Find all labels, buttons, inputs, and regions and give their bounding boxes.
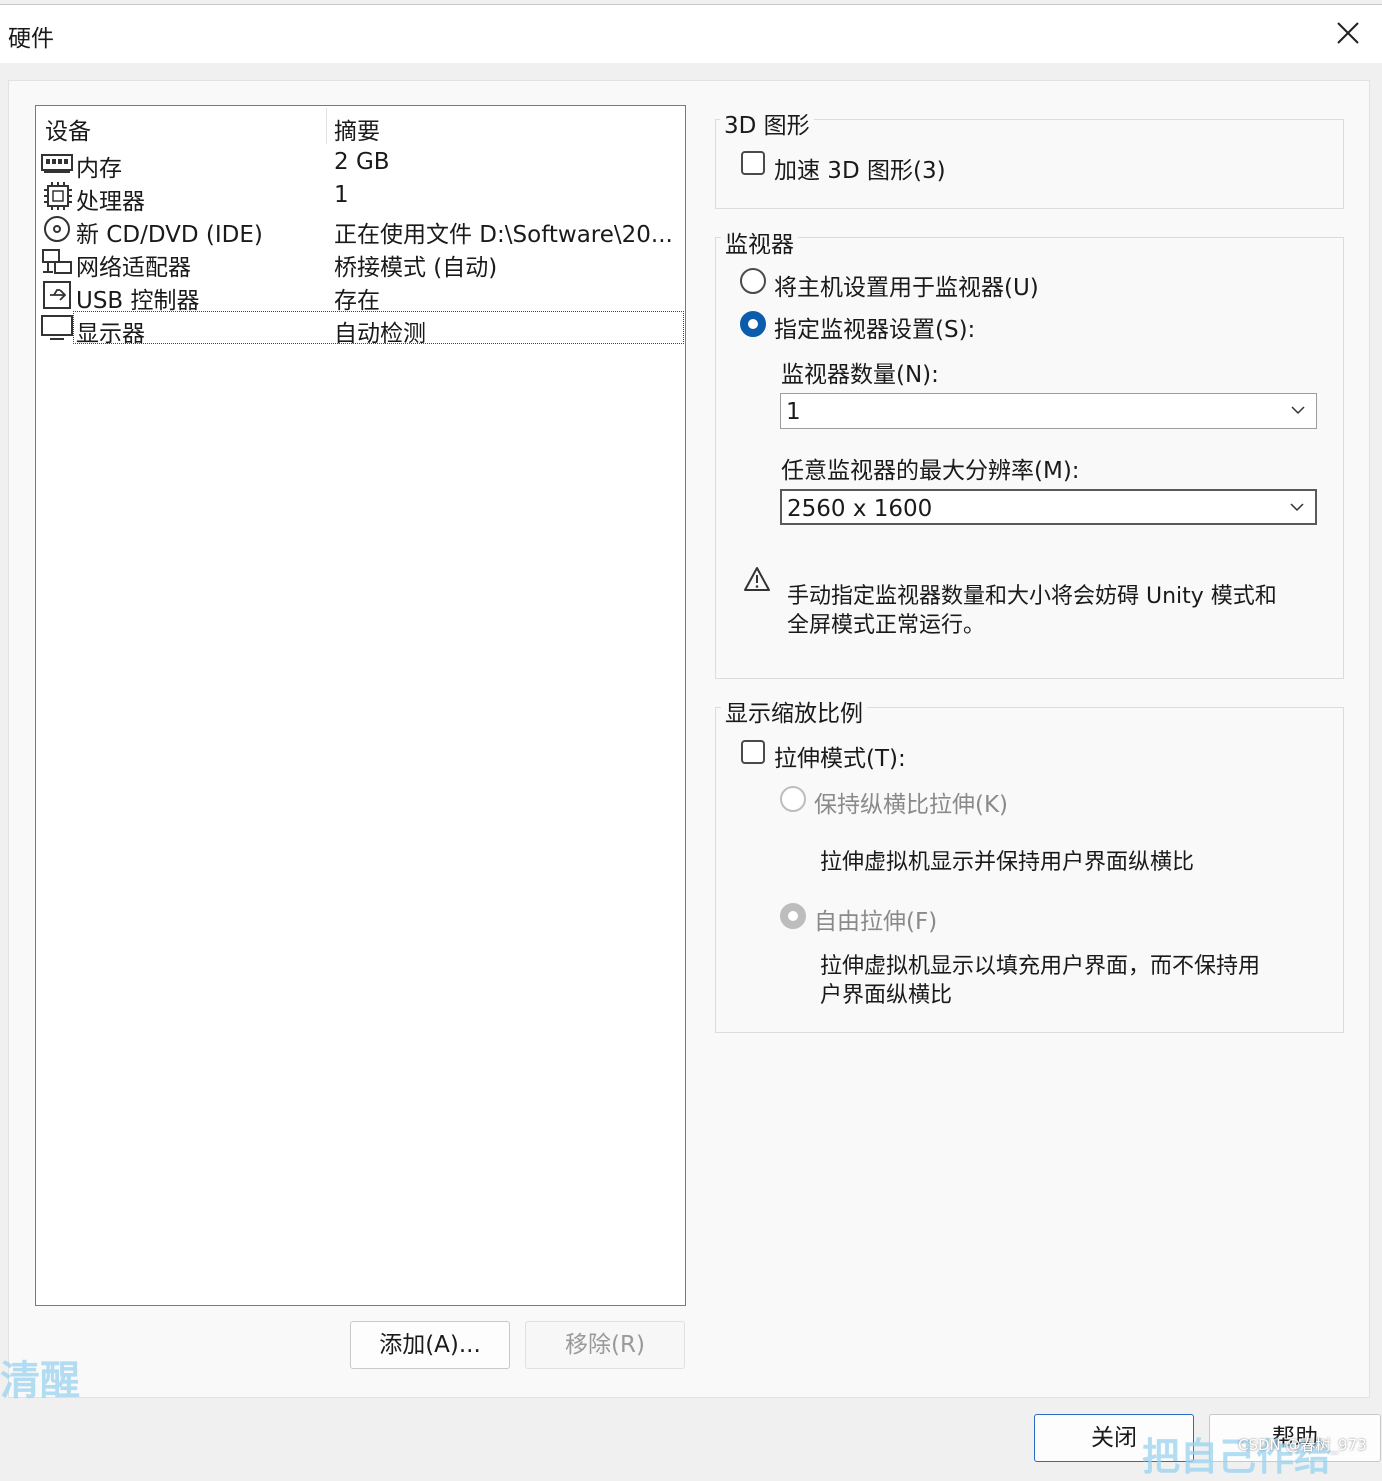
max-resolution-label: 任意监视器的最大分辨率(M): bbox=[781, 458, 1080, 484]
processor-icon bbox=[44, 182, 72, 210]
monitor-count-value: 1 bbox=[786, 399, 801, 425]
free-stretch-description-line1: 拉伸虚拟机显示以填充用户界面，而不保持用 bbox=[820, 954, 1261, 979]
device-summary: 桥接模式 (自动) bbox=[334, 255, 498, 281]
max-resolution-select[interactable]: 2560 x 1600 bbox=[780, 489, 1317, 525]
device-summary: 1 bbox=[334, 182, 349, 208]
stretch-mode-checkbox[interactable] bbox=[741, 740, 765, 764]
device-row-network[interactable]: 网络适配器 桥接模式 (自动) bbox=[36, 245, 683, 281]
close-window-button[interactable] bbox=[1332, 17, 1364, 49]
graphics-3d-title: 3D 图形 bbox=[720, 106, 814, 140]
watermark-credit: CSDN @春树_973 bbox=[1238, 1436, 1367, 1454]
accelerate-3d-label[interactable]: 加速 3D 图形(3) bbox=[774, 151, 946, 185]
device-row-memory[interactable]: 内存 2 GB bbox=[36, 146, 683, 182]
use-host-settings-radio[interactable] bbox=[740, 268, 766, 294]
device-summary: 自动检测 bbox=[334, 321, 426, 347]
usb-icon bbox=[43, 281, 71, 309]
memory-icon bbox=[41, 154, 73, 173]
stretch-mode-label[interactable]: 拉伸模式(T): bbox=[774, 739, 906, 773]
column-header-summary[interactable]: 摘要 bbox=[334, 112, 380, 146]
device-name: 内存 bbox=[76, 156, 122, 182]
device-summary: 存在 bbox=[334, 288, 380, 314]
warning-text-line1: 手动指定监视器数量和大小将会妨碍 Unity 模式和 bbox=[787, 584, 1277, 609]
remove-device-button[interactable]: 移除(R) bbox=[525, 1321, 685, 1369]
watermark-left: 清醒 bbox=[0, 1358, 80, 1404]
chevron-down-icon bbox=[1291, 406, 1305, 415]
network-icon bbox=[42, 249, 72, 274]
monitor-icon bbox=[41, 315, 73, 340]
device-row-cd-dvd[interactable]: 新 CD/DVD (IDE) 正在使用文件 D:\Software\20... bbox=[36, 212, 683, 248]
window-title: 硬件 bbox=[8, 26, 54, 52]
device-summary: 2 GB bbox=[334, 149, 390, 175]
free-stretch-description-line2: 户界面纵横比 bbox=[820, 983, 953, 1008]
device-row-usb[interactable]: USB 控制器 存在 bbox=[36, 278, 683, 314]
device-name: USB 控制器 bbox=[76, 288, 200, 314]
keep-aspect-description: 拉伸虚拟机显示并保持用户界面纵横比 bbox=[820, 850, 1195, 875]
device-name: 新 CD/DVD (IDE) bbox=[76, 222, 263, 248]
device-name: 显示器 bbox=[76, 321, 145, 347]
monitor-count-select[interactable]: 1 bbox=[780, 393, 1317, 429]
device-summary: 正在使用文件 D:\Software\20... bbox=[334, 222, 673, 248]
close-icon bbox=[1337, 22, 1359, 44]
keep-aspect-stretch-radio[interactable] bbox=[780, 786, 806, 812]
title-bar: 硬件 bbox=[0, 4, 1382, 63]
free-stretch-radio[interactable] bbox=[780, 903, 806, 929]
monitor-group-title: 监视器 bbox=[721, 225, 798, 259]
specify-monitor-settings-radio[interactable] bbox=[740, 311, 766, 337]
device-name: 处理器 bbox=[76, 189, 145, 215]
column-separator[interactable] bbox=[326, 108, 327, 144]
warning-text-line2: 全屏模式正常运行。 bbox=[787, 613, 986, 638]
device-row-processor[interactable]: 处理器 1 bbox=[36, 179, 683, 215]
chevron-down-icon bbox=[1290, 503, 1304, 512]
display-scaling-title: 显示缩放比例 bbox=[721, 694, 867, 728]
monitor-count-label: 监视器数量(N): bbox=[781, 362, 939, 388]
keep-aspect-stretch-label[interactable]: 保持纵横比拉伸(K) bbox=[814, 785, 1008, 819]
device-row-monitor[interactable]: 显示器 自动检测 bbox=[36, 311, 684, 347]
cd-dvd-icon bbox=[44, 216, 70, 242]
device-name: 网络适配器 bbox=[76, 255, 191, 281]
column-header-device[interactable]: 设备 bbox=[45, 112, 91, 146]
device-list[interactable]: 设备 摘要 内存 2 GB 处理器 1 新 CD/DVD (IDE) 正在使用文… bbox=[35, 105, 686, 1306]
specify-monitor-settings-label[interactable]: 指定监视器设置(S): bbox=[774, 310, 975, 344]
add-device-button[interactable]: 添加(A)... bbox=[350, 1321, 510, 1369]
warning-icon bbox=[744, 567, 770, 591]
free-stretch-label[interactable]: 自由拉伸(F) bbox=[814, 902, 937, 936]
max-resolution-value: 2560 x 1600 bbox=[787, 496, 933, 522]
accelerate-3d-checkbox[interactable] bbox=[741, 151, 765, 175]
use-host-settings-label[interactable]: 将主机设置用于监视器(U) bbox=[774, 268, 1039, 302]
